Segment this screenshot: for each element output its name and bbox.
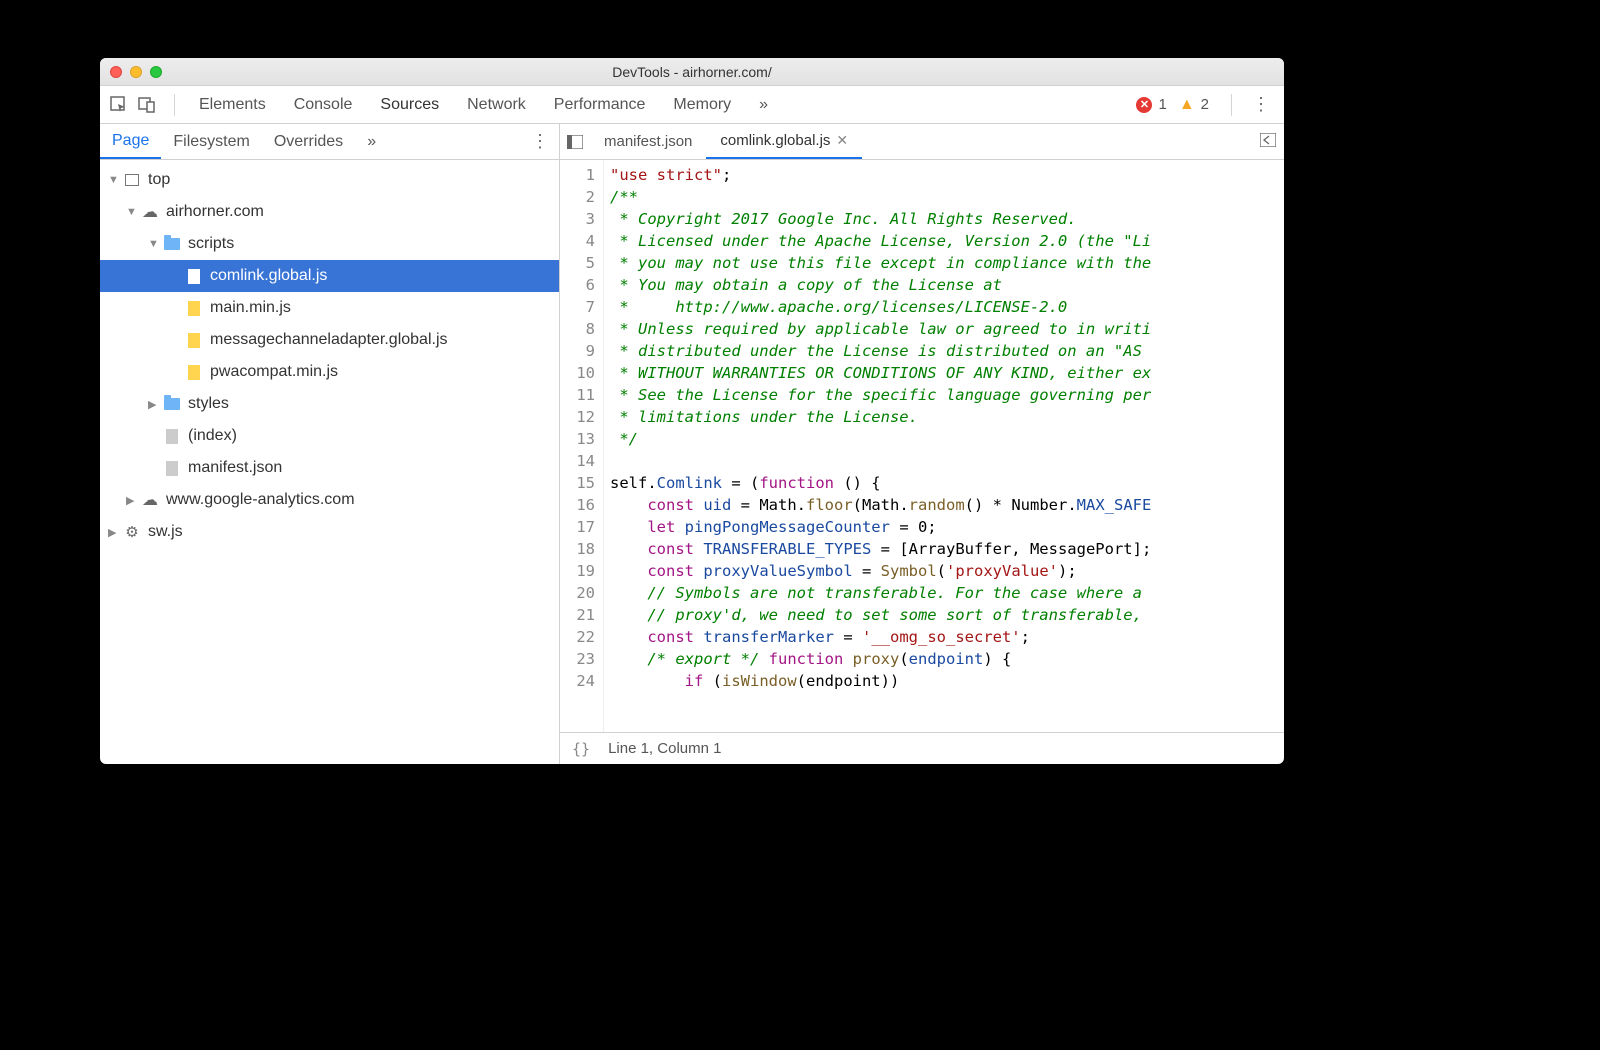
file-icon: [166, 429, 178, 444]
toggle-navigator-icon[interactable]: [560, 135, 590, 149]
tab-elements[interactable]: Elements: [185, 86, 280, 123]
sidebar: Page Filesystem Overrides » ⋮ ▼top ▼☁air…: [100, 124, 560, 764]
device-toggle-icon[interactable]: [136, 94, 158, 116]
sidebar-tab-page[interactable]: Page: [100, 124, 161, 159]
sidebar-tabs: Page Filesystem Overrides » ⋮: [100, 124, 559, 160]
tab-performance[interactable]: Performance: [540, 86, 660, 123]
window-title: DevTools - airhorner.com/: [100, 64, 1284, 80]
tree-label: top: [148, 171, 170, 189]
tree-domain[interactable]: ▼☁airhorner.com: [100, 196, 559, 228]
sidebar-tab-more[interactable]: »: [355, 124, 388, 159]
tree-label: pwacompat.min.js: [210, 363, 338, 381]
folder-icon: [164, 238, 180, 250]
tree-sw[interactable]: ▶⚙sw.js: [100, 516, 559, 548]
tree-file-manifest[interactable]: manifest.json: [100, 452, 559, 484]
tree-label: comlink.global.js: [210, 267, 327, 285]
inspect-icon[interactable]: [108, 94, 130, 116]
main-toolbar: Elements Console Sources Network Perform…: [100, 86, 1284, 124]
toggle-debugger-icon[interactable]: [1260, 133, 1276, 151]
folder-icon: [164, 398, 180, 410]
editor: manifest.json comlink.global.js ✕ 1234567…: [560, 124, 1284, 764]
code-content[interactable]: "use strict";/** * Copyright 2017 Google…: [604, 160, 1284, 732]
tree-domain-ga[interactable]: ▶☁www.google-analytics.com: [100, 484, 559, 516]
file-icon: [166, 461, 178, 476]
tree-file[interactable]: messagechanneladapter.global.js: [100, 324, 559, 356]
cloud-icon: ☁: [140, 490, 160, 510]
tree-label: manifest.json: [188, 459, 282, 477]
file-tree: ▼top ▼☁airhorner.com ▼scripts comlink.gl…: [100, 160, 559, 764]
titlebar: DevTools - airhorner.com/: [100, 58, 1284, 86]
error-icon[interactable]: ✕: [1136, 97, 1152, 113]
editor-tabs: manifest.json comlink.global.js ✕: [560, 124, 1284, 160]
tree-top[interactable]: ▼top: [100, 164, 559, 196]
editor-tab-active[interactable]: comlink.global.js ✕: [706, 124, 862, 159]
sidebar-kebab-icon[interactable]: ⋮: [531, 131, 549, 152]
status-bar: {} Line 1, Column 1: [560, 732, 1284, 764]
tree-file[interactable]: main.min.js: [100, 292, 559, 324]
cloud-icon: ☁: [140, 202, 160, 222]
line-gutter: 123456789101112131415161718192021222324: [560, 160, 604, 732]
separator: [174, 94, 175, 116]
error-count[interactable]: 1: [1158, 96, 1166, 113]
tree-label: airhorner.com: [166, 203, 264, 221]
tree-label: main.min.js: [210, 299, 291, 317]
devtools-window: DevTools - airhorner.com/ Elements Conso…: [100, 58, 1284, 764]
close-tab-icon[interactable]: ✕: [836, 132, 848, 149]
warning-count[interactable]: 2: [1201, 96, 1209, 113]
tree-label: styles: [188, 395, 229, 413]
tree-label: www.google-analytics.com: [166, 491, 355, 509]
sidebar-tab-filesystem[interactable]: Filesystem: [161, 124, 261, 159]
tree-label: (index): [188, 427, 237, 445]
tree-folder-styles[interactable]: ▶styles: [100, 388, 559, 420]
tree-label: sw.js: [148, 523, 183, 541]
sidebar-tab-overrides[interactable]: Overrides: [262, 124, 355, 159]
frame-icon: [125, 174, 139, 186]
tree-label: messagechanneladapter.global.js: [210, 331, 448, 349]
tab-network[interactable]: Network: [453, 86, 540, 123]
tree-file[interactable]: pwacompat.min.js: [100, 356, 559, 388]
tab-console[interactable]: Console: [280, 86, 367, 123]
file-icon: [188, 269, 200, 284]
tab-sources[interactable]: Sources: [366, 86, 453, 123]
file-icon: [188, 301, 200, 316]
kebab-menu-icon[interactable]: ⋮: [1252, 94, 1270, 115]
tree-folder-scripts[interactable]: ▼scripts: [100, 228, 559, 260]
body: Page Filesystem Overrides » ⋮ ▼top ▼☁air…: [100, 124, 1284, 764]
tab-more[interactable]: »: [745, 86, 782, 123]
cursor-position: Line 1, Column 1: [608, 740, 721, 757]
editor-tab-manifest[interactable]: manifest.json: [590, 124, 706, 159]
tab-memory[interactable]: Memory: [659, 86, 745, 123]
file-icon: [188, 333, 200, 348]
file-icon: [188, 365, 200, 380]
gear-icon: ⚙: [122, 523, 142, 541]
pretty-print-icon[interactable]: {}: [572, 740, 590, 758]
code-area[interactable]: 123456789101112131415161718192021222324 …: [560, 160, 1284, 732]
editor-tab-label: manifest.json: [604, 133, 692, 150]
separator: [1231, 94, 1232, 116]
tree-label: scripts: [188, 235, 234, 253]
warning-icon[interactable]: ▲: [1179, 96, 1195, 114]
editor-tab-label: comlink.global.js: [720, 132, 830, 149]
tree-file-selected[interactable]: comlink.global.js: [100, 260, 559, 292]
tree-file-index[interactable]: (index): [100, 420, 559, 452]
